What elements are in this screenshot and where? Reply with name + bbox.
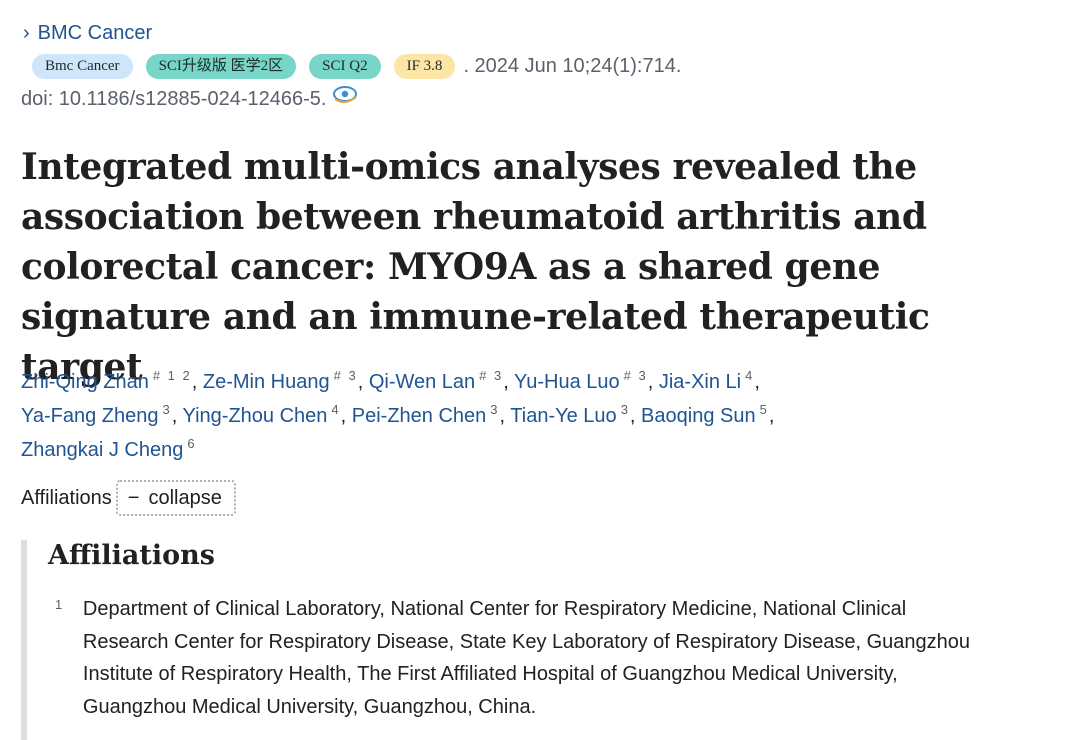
author-affiliation-ref[interactable]: # 3 [334, 368, 358, 383]
author-link[interactable]: Jia-Xin Li [659, 371, 741, 393]
journal-link[interactable]: › BMC Cancer [23, 22, 152, 45]
author-link[interactable]: Baoqing Sun [641, 405, 756, 427]
author-link[interactable]: Zhi-Qing Zhan [21, 371, 149, 393]
article-title: Integrated multi-omics analyses revealed… [21, 146, 930, 388]
journal-badge[interactable]: Bmc Cancer [32, 54, 133, 79]
author-link[interactable]: Qi-Wen Lan [369, 371, 475, 393]
chevron-right-icon: › [23, 22, 30, 44]
eye-link-icon[interactable] [332, 84, 358, 110]
author-link[interactable]: Zhangkai J Cheng [21, 439, 183, 461]
doi-line: doi: 10.1186/s12885-024-12466-5. [21, 86, 358, 111]
author-affiliation-ref[interactable]: 4 [331, 402, 340, 417]
author-affiliation-ref[interactable]: 3 [163, 402, 172, 417]
author-affiliation-ref[interactable]: 3 [490, 402, 499, 417]
author-affiliation-ref[interactable]: # 3 [479, 368, 503, 383]
journal-metrics-row: Bmc Cancer SCI升级版 医学2区 SCI Q2 IF 3.8 . 2… [32, 54, 681, 79]
author-link[interactable]: Ya-Fang Zheng [21, 405, 159, 427]
affiliations-label: Affiliations [21, 486, 112, 509]
author-affiliation-ref[interactable]: 3 [621, 402, 630, 417]
author-affiliation-ref[interactable]: # 3 [624, 368, 648, 383]
affiliation-text: Department of Clinical Laboratory, Natio… [82, 598, 971, 718]
author-link[interactable]: Ying-Zhou Chen [183, 405, 328, 427]
collapse-affiliations-button[interactable]: − collapse [115, 480, 236, 516]
affiliation-item: 1 Department of Clinical Laboratory, Nat… [55, 593, 995, 723]
collapse-button-label: collapse [148, 487, 222, 509]
affiliations-heading: Affiliations [48, 540, 215, 571]
doi-text: doi: 10.1186/s12885-024-12466-5. [21, 88, 327, 110]
author-affiliation-ref[interactable]: # 1 2 [153, 368, 192, 383]
impact-factor-badge[interactable]: IF 3.8 [393, 54, 456, 79]
author-link[interactable]: Pei-Zhen Chen [352, 405, 487, 427]
author-link[interactable]: Yu-Hua Luo [514, 371, 620, 393]
sci-quartile-badge[interactable]: SCI Q2 [309, 54, 381, 79]
author-affiliation-ref[interactable]: 5 [760, 402, 769, 417]
author-list: Zhi-Qing Zhan # 1 2, Ze-Min Huang # 3, Qi-… [21, 368, 775, 461]
author-affiliation-ref[interactable]: 6 [187, 436, 196, 451]
minus-icon: − [127, 487, 140, 509]
citation-text: . 2024 Jun 10;24(1):714. [463, 55, 682, 77]
journal-link-label: BMC Cancer [37, 22, 153, 44]
sci-zone-badge[interactable]: SCI升级版 医学2区 [145, 54, 297, 79]
author-affiliation-ref[interactable]: 4 [745, 368, 754, 383]
author-link[interactable]: Tian-Ye Luo [510, 405, 616, 427]
author-link[interactable]: Ze-Min Huang [203, 371, 330, 393]
affiliation-number: 1 [55, 597, 63, 612]
affiliations-panel: Affiliations 1 Department of Clinical La… [21, 540, 1047, 740]
affiliations-toggle-row: Affiliations − collapse [21, 480, 236, 516]
